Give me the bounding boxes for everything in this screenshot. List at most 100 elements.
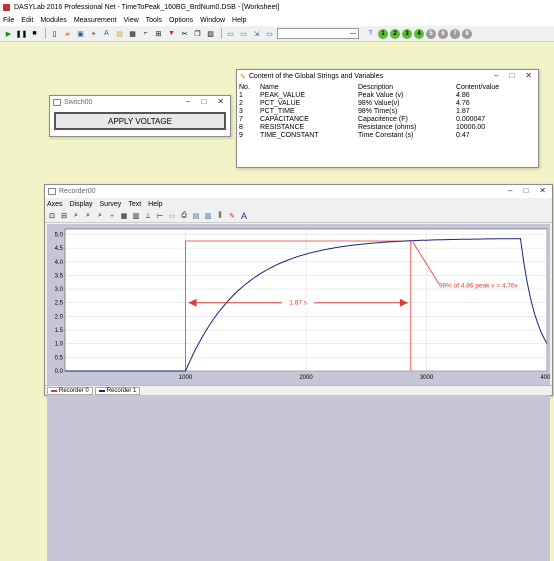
stop-icon[interactable]: ■ bbox=[29, 28, 40, 39]
bars-icon[interactable]: ▥ bbox=[131, 211, 141, 221]
open-folder-icon[interactable]: ▰ bbox=[62, 28, 73, 39]
layer-badge-8[interactable]: 8 bbox=[462, 28, 472, 39]
recorder-menu-survey[interactable]: Survey bbox=[100, 201, 122, 208]
layer-badge-7[interactable]: 7 bbox=[450, 28, 460, 39]
col-header-description[interactable]: Description bbox=[356, 84, 454, 92]
screen-icon[interactable]: ▭ bbox=[264, 28, 275, 39]
close-icon[interactable]: ✕ bbox=[539, 186, 546, 195]
globals-window-titlebar: ✎ Content of the Global Strings and Vari… bbox=[237, 70, 538, 83]
menu-view[interactable]: View bbox=[124, 17, 139, 24]
cell-value: 1.87 bbox=[456, 108, 470, 115]
maximize-icon[interactable]: □ bbox=[509, 71, 514, 80]
col-header-no[interactable]: No. bbox=[237, 84, 258, 92]
layer-badge-2[interactable]: 2 bbox=[390, 28, 400, 39]
minimize-icon[interactable]: – bbox=[494, 71, 498, 80]
x-tick-label: 1000 bbox=[179, 375, 193, 381]
table-row[interactable]: 9 TIME_CONSTANT Time Constant (s) 0.47 bbox=[237, 132, 538, 140]
layer-badge-5[interactable]: 5 bbox=[426, 28, 436, 39]
maximize-icon[interactable]: □ bbox=[523, 186, 528, 195]
cell-no: 1 bbox=[239, 92, 243, 99]
split-icon[interactable]: ▥ bbox=[203, 211, 213, 221]
table-row[interactable]: 1 PEAK_VALUE Peak Value (v) 4.86 bbox=[237, 92, 538, 100]
module-icon[interactable]: ✦ bbox=[88, 28, 99, 39]
minimize-icon[interactable]: – bbox=[186, 97, 190, 106]
close-icon[interactable]: ✕ bbox=[217, 97, 224, 106]
layer-badge-4[interactable]: 4 bbox=[414, 28, 424, 39]
new-file-icon[interactable]: ▯ bbox=[49, 28, 60, 39]
zoom-x-icon[interactable]: ⌕ bbox=[83, 211, 93, 221]
y-tick-label: 4.0 bbox=[55, 260, 64, 266]
module-combo[interactable]: — bbox=[277, 28, 359, 39]
menu-tools[interactable]: Tools bbox=[146, 17, 162, 24]
menu-edit[interactable]: Edit bbox=[21, 17, 33, 24]
grid-icon[interactable]: ⊞ bbox=[153, 28, 164, 39]
window-icon[interactable]: ▭ bbox=[225, 28, 236, 39]
layout-icon[interactable]: ▦ bbox=[127, 28, 138, 39]
recorder-menu-help[interactable]: Help bbox=[148, 201, 162, 208]
table-row[interactable]: 8 RESISTANCE Resistance (ohms) 10000.00 bbox=[237, 124, 538, 132]
main-toolbar: ▶ ❚❚ ■ ▯ ▰ ▣ ✦ A ▤ ▦ ⌐ ⊞ ▼ ✂ ❐ ▨ ▭ ▭ ⇲ ▭… bbox=[0, 26, 554, 42]
channels-icon[interactable]: ▤ bbox=[191, 211, 201, 221]
menu-measurement[interactable]: Measurement bbox=[74, 17, 117, 24]
meter-icon[interactable]: ▤ bbox=[114, 28, 125, 39]
color-icon[interactable]: ✎ bbox=[227, 211, 237, 221]
window2-icon[interactable]: ▭ bbox=[238, 28, 249, 39]
col-header-name[interactable]: Name bbox=[258, 84, 356, 92]
axis-icon[interactable]: ⊥ bbox=[143, 211, 153, 221]
cut-icon[interactable]: ✂ bbox=[179, 28, 190, 39]
copy-icon[interactable]: ❐ bbox=[192, 28, 203, 39]
recorder-menu-text[interactable]: Text bbox=[128, 201, 141, 208]
layer-badge-6[interactable]: 6 bbox=[438, 28, 448, 39]
recorder-menu-display[interactable]: Display bbox=[70, 201, 93, 208]
tab-recorder-1-label: Recorder 1 bbox=[106, 387, 137, 394]
zoom-in-icon[interactable]: ⌕ bbox=[71, 211, 81, 221]
cell-no: 7 bbox=[239, 116, 243, 123]
export-icon[interactable]: ⇲ bbox=[251, 28, 262, 39]
cell-no: 9 bbox=[239, 132, 243, 139]
help-icon[interactable]: ? bbox=[365, 28, 376, 39]
legend-icon[interactable]: ⫼ bbox=[215, 211, 225, 221]
menu-file[interactable]: File bbox=[3, 17, 14, 24]
switch-window-titlebar: Switch00 – □ ✕ bbox=[50, 96, 230, 109]
print-icon[interactable]: ⎙ bbox=[179, 211, 189, 221]
cell-name: PCT_TIME bbox=[260, 108, 295, 115]
menu-window[interactable]: Window bbox=[200, 17, 225, 24]
minimize-icon[interactable]: – bbox=[508, 186, 512, 195]
bookmark-icon[interactable]: ▼ bbox=[166, 28, 177, 39]
table-header-row: No. Name Description Content/value bbox=[237, 84, 538, 92]
export-icon[interactable]: ▭ bbox=[167, 211, 177, 221]
layer-badge-3[interactable]: 3 bbox=[402, 28, 412, 39]
scale-icon[interactable]: ⊢ bbox=[155, 211, 165, 221]
toolbar-separator bbox=[221, 28, 222, 39]
cell-name: CAPACITANCE bbox=[260, 116, 309, 123]
cursor-icon[interactable]: + bbox=[107, 211, 117, 221]
start-icon[interactable]: ▶ bbox=[3, 28, 14, 39]
tab-recorder-1[interactable]: Recorder 1 bbox=[94, 386, 141, 395]
col-header-content[interactable]: Content/value bbox=[454, 84, 538, 92]
table-row[interactable]: 2 PCT_VALUE 98% Value(v) 4.76 bbox=[237, 100, 538, 108]
tab-recorder-0[interactable]: Recorder 0 bbox=[47, 386, 93, 395]
close-icon[interactable]: ✕ bbox=[525, 71, 532, 80]
table-row[interactable]: 7 CAPACITANCE Capacitence (F) 0.000047 bbox=[237, 116, 538, 124]
recorder-menu-axes[interactable]: Axes bbox=[47, 201, 63, 208]
table-icon[interactable]: ▦ bbox=[119, 211, 129, 221]
save-icon[interactable]: ▣ bbox=[75, 28, 86, 39]
zoom-out-icon[interactable]: ⌕ bbox=[95, 211, 105, 221]
pause-icon[interactable]: ❚❚ bbox=[16, 28, 28, 39]
menu-options[interactable]: Options bbox=[169, 17, 193, 24]
menu-bar: File Edit Modules Measurement View Tools… bbox=[0, 14, 554, 26]
layer-badge-1[interactable]: 1 bbox=[378, 28, 388, 39]
cell-description: 98% Time(s) bbox=[358, 108, 398, 115]
menu-modules[interactable]: Modules bbox=[40, 17, 66, 24]
table-row[interactable]: 3 PCT_TIME 98% Time(s) 1.87 bbox=[237, 108, 538, 116]
combo-value: — bbox=[350, 30, 356, 37]
apply-voltage-button[interactable]: APPLY VOLTAGE bbox=[54, 112, 226, 130]
connect-icon[interactable]: ⌐ bbox=[140, 28, 151, 39]
paste-icon[interactable]: ▨ bbox=[205, 28, 216, 39]
text-icon[interactable]: A bbox=[101, 28, 112, 39]
maximize-icon[interactable]: □ bbox=[201, 97, 206, 106]
menu-help[interactable]: Help bbox=[232, 17, 246, 24]
font-icon[interactable]: A bbox=[239, 211, 249, 221]
zoom-all-icon[interactable]: ⊡ bbox=[47, 211, 57, 221]
zoom-region-icon[interactable]: ⊟ bbox=[59, 211, 69, 221]
